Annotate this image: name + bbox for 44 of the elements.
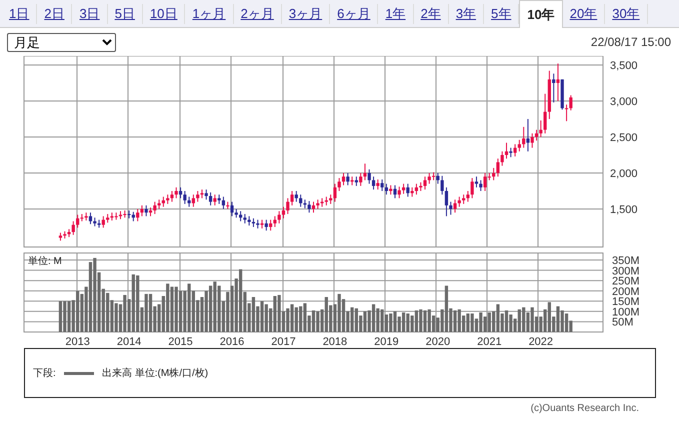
axis-label: 250M bbox=[612, 276, 640, 288]
axis-label: 350M bbox=[612, 255, 640, 267]
period-tab[interactable]: 20年 bbox=[562, 4, 606, 24]
axis-label: 50M bbox=[612, 316, 634, 329]
axis-label: 2,500 bbox=[610, 132, 638, 144]
period-tab[interactable]: 10日 bbox=[142, 4, 186, 24]
axis-label: 2018 bbox=[322, 336, 348, 348]
period-tab[interactable]: 5日 bbox=[108, 4, 143, 24]
axis-label: 2020 bbox=[426, 336, 450, 348]
axis-label: 300M bbox=[612, 265, 640, 278]
axis-label: 2021 bbox=[477, 336, 502, 348]
axis-label: 2017 bbox=[271, 336, 296, 348]
axis-label: 100M bbox=[612, 306, 640, 318]
axis-label: 200M bbox=[612, 286, 640, 298]
period-tab[interactable]: 2ヶ月 bbox=[234, 4, 282, 24]
axis-label: 3,000 bbox=[610, 96, 638, 108]
period-tab[interactable]: 10年 bbox=[519, 0, 563, 28]
period-tab[interactable]: 1ヶ月 bbox=[185, 4, 234, 24]
period-tab[interactable]: 1日 bbox=[2, 4, 38, 24]
axis-label: 3,500 bbox=[610, 60, 638, 72]
period-tab[interactable]: 30年 bbox=[605, 4, 648, 24]
legend-prefix: 下段: bbox=[33, 366, 56, 380]
timestamp: 22/08/17 15:00 bbox=[590, 34, 671, 51]
period-tab[interactable]: 2年 bbox=[414, 4, 449, 24]
period-tab[interactable]: 2日 bbox=[37, 4, 72, 24]
period-tab[interactable]: 3ヶ月 bbox=[282, 4, 330, 24]
axis-label: 2019 bbox=[374, 336, 399, 348]
period-tab[interactable]: 3日 bbox=[72, 4, 108, 24]
period-select[interactable]: 月足 bbox=[7, 32, 116, 52]
axis-label: 2016 bbox=[220, 336, 244, 348]
axis-label: 150M bbox=[612, 296, 640, 308]
axis-label: 1,500 bbox=[610, 204, 638, 216]
unit-label: 単位: M bbox=[28, 256, 62, 267]
axis-label: 2015 bbox=[168, 336, 193, 348]
period-tab[interactable]: 6ヶ月 bbox=[330, 4, 378, 24]
copyright: (c)Ouants Research Inc. bbox=[530, 402, 639, 416]
axis-label: 2022 bbox=[528, 336, 554, 348]
legend-unit: 単位:(M株/口/枚) bbox=[134, 366, 208, 380]
legend-label: 出来高 bbox=[102, 366, 132, 380]
axis-label: 2,000 bbox=[610, 168, 638, 180]
period-tab[interactable]: 3年 bbox=[448, 4, 484, 24]
axis-label: 2013 bbox=[65, 336, 90, 348]
period-tab[interactable]: 1年 bbox=[378, 4, 414, 24]
axis-label: 2014 bbox=[116, 336, 142, 348]
